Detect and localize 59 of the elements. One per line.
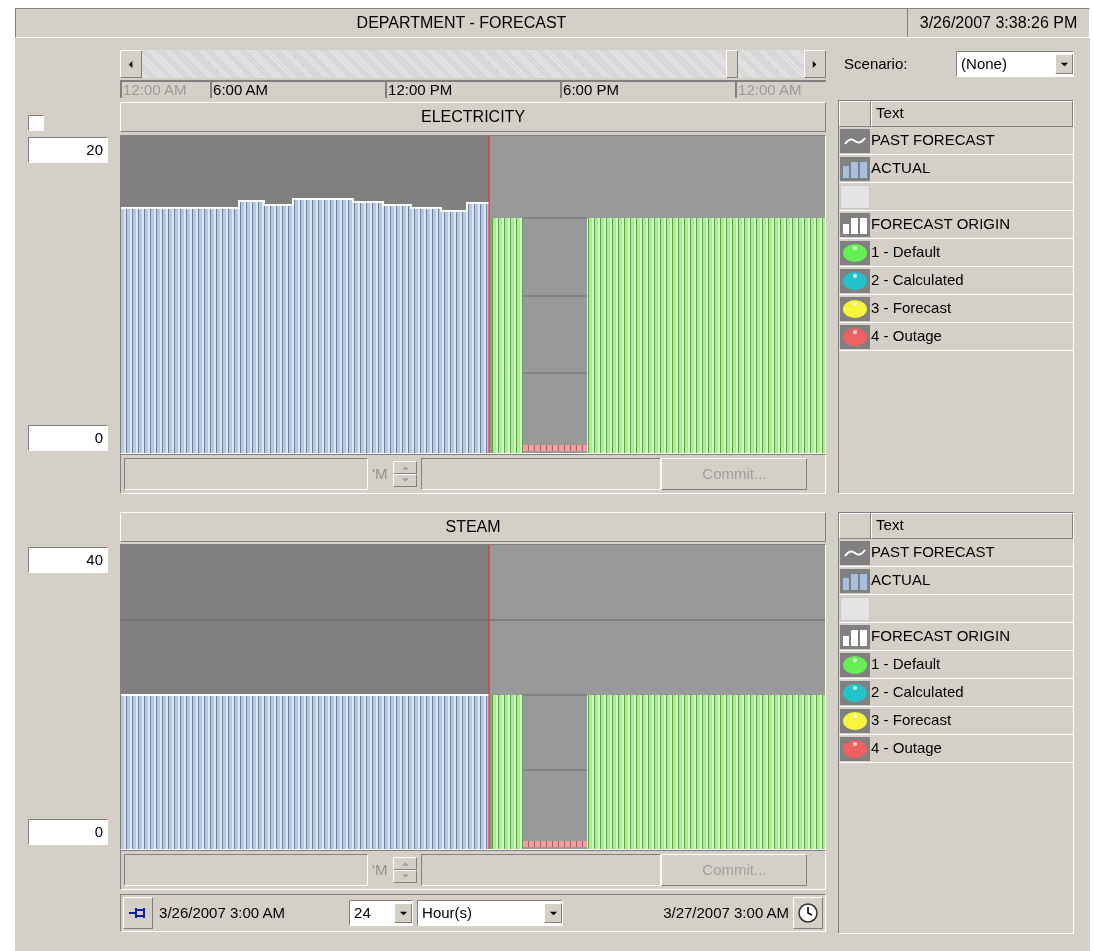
max-value-field[interactable]: 20 [28,137,108,163]
legend-label: 2 - Calculated [871,270,964,291]
chart-title: STEAM [120,512,827,542]
legend-label: 2 - Calculated [871,682,964,703]
timestamp: 3/26/2007 3:38:26 PM [907,9,1089,37]
down-caret-icon [401,874,409,879]
scrollbar-thumb[interactable] [726,50,739,78]
legend-label: 3 - Forecast [871,710,952,731]
legend-label: 1 - Default [871,654,941,675]
legend-label: ACTUAL [871,570,931,591]
time-label: 6:00 AM [210,80,386,98]
spin-value: 'M [372,859,388,880]
scroll-left-button[interactable] [120,50,143,78]
checkbox[interactable] [28,115,44,131]
end-date: 3/27/2007 3:00 AM [662,902,791,923]
value-field[interactable] [421,458,662,490]
spin-down-button[interactable] [393,870,418,883]
spin-up-button[interactable] [393,857,418,870]
value-field[interactable] [124,458,369,490]
time-label: 6:00 PM [560,80,736,98]
max-value-field[interactable]: 40 [28,547,108,573]
value-field[interactable] [421,854,662,886]
pin-button[interactable] [123,897,154,929]
legend-label: 4 - Outage [871,738,942,759]
unit-dropdown[interactable]: Hour(s) [417,900,564,926]
up-caret-icon [401,465,409,470]
legend-label: 3 - Forecast [871,298,952,319]
time-label: 12:00 AM [120,80,211,98]
down-caret-icon [401,478,409,483]
legend-label: PAST FORECAST [871,130,995,151]
legend-label: 4 - Outage [871,326,942,347]
legend-label: FORECAST ORIGIN [871,626,1010,647]
dropdown-arrow-button[interactable] [1055,54,1074,74]
dropdown-arrow-button[interactable] [394,903,413,923]
legend-label: 1 - Default [871,242,941,263]
scroll-right-button[interactable] [804,50,827,78]
chart-title: ELECTRICITY [120,102,827,132]
legend-label: FORECAST ORIGIN [871,214,1010,235]
min-value-field[interactable]: 0 [28,819,108,845]
scenario-dropdown[interactable]: (None) [956,51,1075,77]
value-field[interactable] [124,854,369,886]
spin-value: 'M [372,463,388,484]
min-value-field[interactable]: 0 [28,425,108,451]
clock-icon [797,902,820,924]
time-label: 12:00 AM [735,80,827,98]
legend-column-header[interactable]: Text [871,101,1074,127]
dropdown-arrow-button[interactable] [544,903,563,923]
spin-up-button[interactable] [393,461,418,474]
time-label: 12:00 PM [385,80,561,98]
scenario-label: Scenario: [844,53,909,74]
spin-down-button[interactable] [393,474,418,487]
legend-column-header[interactable]: Text [871,513,1074,539]
clock-button[interactable] [793,897,824,929]
count-dropdown[interactable]: 24 [349,900,414,926]
start-date: 3/26/2007 3:00 AM [159,902,286,923]
up-caret-icon [401,861,409,866]
legend-label: ACTUAL [871,158,931,179]
window-title: DEPARTMENT - FORECAST [355,13,568,33]
legend-label: PAST FORECAST [871,542,995,563]
